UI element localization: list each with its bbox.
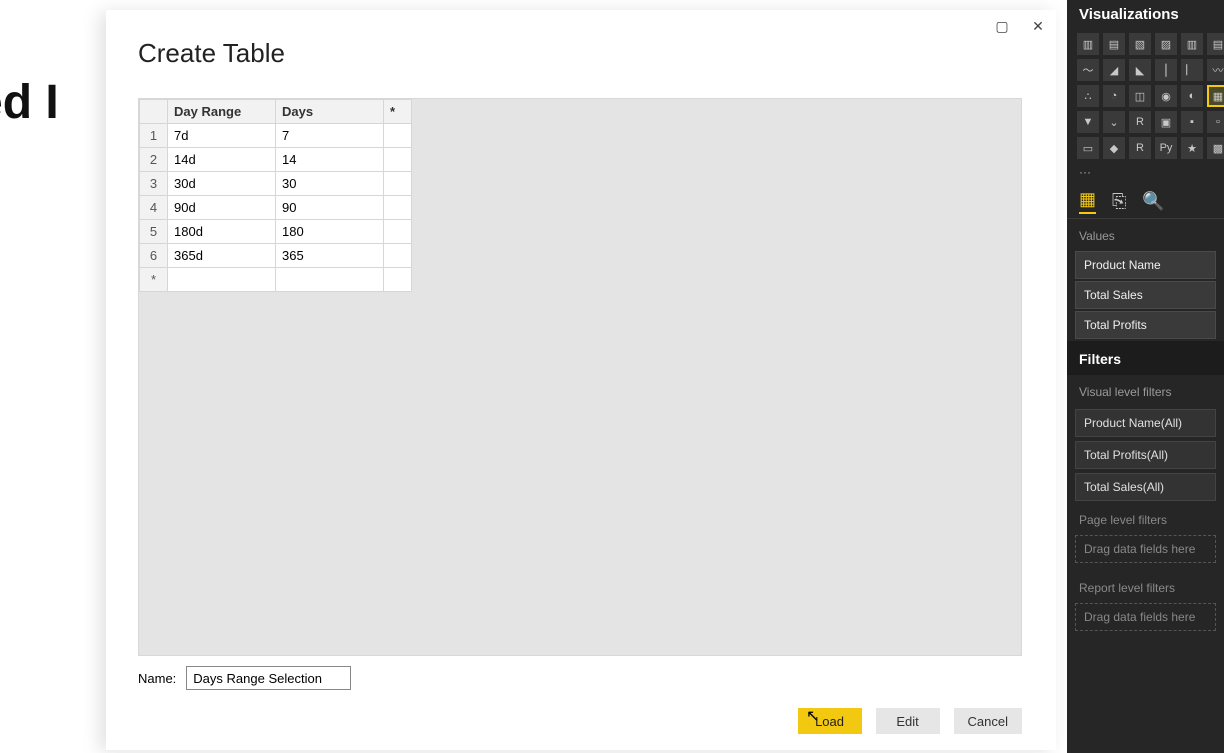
viz-column-stacked-icon[interactable]: ▧ xyxy=(1129,33,1151,55)
table-row[interactable]: 3 30d 30 xyxy=(140,172,412,196)
viz-area-stacked-icon[interactable]: ◣ xyxy=(1129,59,1151,81)
report-filters-label: Report level filters xyxy=(1067,573,1224,599)
viz-r-visual-icon[interactable]: R xyxy=(1129,137,1151,159)
viz-pie-icon[interactable]: ◔ xyxy=(1103,85,1125,107)
viz-ribbon-icon[interactable]: 〰 xyxy=(1207,59,1224,81)
viz-gauge-icon[interactable]: ◐ xyxy=(1181,85,1203,107)
visualizations-panel: Visualizations ▥▤▧▨▥▤〜◢◣⎮⎸〰∴◔◫◉◐▦▼⌄R▣▪▫▭… xyxy=(1067,0,1224,753)
viz-py-visual-icon[interactable]: Py xyxy=(1155,137,1177,159)
viz-bar-clustered-icon[interactable]: ▤ xyxy=(1103,33,1125,55)
viz-r-script-icon[interactable]: R xyxy=(1129,111,1151,133)
viz-donut-icon[interactable]: ◉ xyxy=(1155,85,1177,107)
viz-more-icon[interactable]: ▩ xyxy=(1207,137,1224,159)
viz-more-icon[interactable]: ··· xyxy=(1067,163,1224,181)
data-grid[interactable]: Day Range Days * 1 7d 7 2 14d 14 xyxy=(139,99,412,292)
col-header-dayrange[interactable]: Day Range xyxy=(168,100,276,124)
visual-filter[interactable]: Total Profits(All) xyxy=(1075,441,1216,469)
value-field[interactable]: Product Name xyxy=(1075,251,1216,279)
viz-bar-100-icon[interactable]: ▥ xyxy=(1181,33,1203,55)
table-name-input[interactable] xyxy=(186,666,351,690)
viz-arcgis-icon[interactable]: ◆ xyxy=(1103,137,1125,159)
table-row[interactable]: 1 7d 7 xyxy=(140,124,412,148)
maximize-button[interactable]: ▢ xyxy=(984,10,1020,42)
fields-tab-icon[interactable]: ▦ xyxy=(1079,189,1096,214)
value-field[interactable]: Total Sales xyxy=(1075,281,1216,309)
visual-filters-label: Visual level filters xyxy=(1067,375,1224,405)
viz-card-icon[interactable]: ▫ xyxy=(1207,111,1224,133)
edit-button[interactable]: Edit xyxy=(876,708,940,734)
viz-matrix-icon[interactable]: ▪ xyxy=(1181,111,1203,133)
visual-filter[interactable]: Product Name(All) xyxy=(1075,409,1216,437)
viz-line-bar-icon[interactable]: ⎮ xyxy=(1155,59,1177,81)
table-grid-area: Day Range Days * 1 7d 7 2 14d 14 xyxy=(138,98,1022,656)
table-row[interactable]: 4 90d 90 xyxy=(140,196,412,220)
viz-line-column-icon[interactable]: ⎸ xyxy=(1181,59,1203,81)
close-button[interactable]: ✕ xyxy=(1020,10,1056,42)
viz-icon-grid: ▥▤▧▨▥▤〜◢◣⎮⎸〰∴◔◫◉◐▦▼⌄R▣▪▫▭◆RPy★▩ xyxy=(1067,31,1224,163)
page-filters-dropzone[interactable]: Drag data fields here xyxy=(1075,535,1216,563)
row-header-corner xyxy=(140,100,168,124)
viz-scatter-icon[interactable]: ∴ xyxy=(1077,85,1099,107)
viz-area-icon[interactable]: ◢ xyxy=(1103,59,1125,81)
viz-treemap-icon[interactable]: ◫ xyxy=(1129,85,1151,107)
visualizations-title: Visualizations xyxy=(1067,0,1224,31)
viz-column-100-icon[interactable]: ▤ xyxy=(1207,33,1224,55)
col-header-days[interactable]: Days xyxy=(276,100,384,124)
cancel-button[interactable]: Cancel xyxy=(954,708,1022,734)
viz-key-influencers-icon[interactable]: ★ xyxy=(1181,137,1203,159)
col-header-add[interactable]: * xyxy=(384,100,412,124)
load-button[interactable]: Load xyxy=(798,708,862,734)
viz-funnel-icon[interactable]: ▼ xyxy=(1077,111,1099,133)
table-row[interactable]: 2 14d 14 xyxy=(140,148,412,172)
viz-kpi-icon[interactable]: ▣ xyxy=(1155,111,1177,133)
create-table-dialog: ▢ ✕ Create Table Day Range Days * 1 7d 7 xyxy=(106,10,1056,750)
table-row[interactable]: 6 365d 365 xyxy=(140,244,412,268)
report-filters-dropzone[interactable]: Drag data fields here xyxy=(1075,603,1216,631)
analytics-tab-icon[interactable]: 🔍 xyxy=(1142,191,1164,212)
viz-column-clustered-icon[interactable]: ▨ xyxy=(1155,33,1177,55)
filters-section-title: Filters xyxy=(1067,341,1224,375)
table-row-new[interactable]: * xyxy=(140,268,412,292)
page-filters-label: Page level filters xyxy=(1067,505,1224,531)
format-tab-icon[interactable]: ⎘ xyxy=(1112,191,1126,212)
visual-filter[interactable]: Total Sales(All) xyxy=(1075,473,1216,501)
values-section-label: Values xyxy=(1067,219,1224,249)
name-label: Name: xyxy=(138,671,176,686)
background-heading: aded I xyxy=(0,75,59,130)
viz-table-icon[interactable]: ▦ xyxy=(1207,85,1224,107)
viz-line-icon[interactable]: 〜 xyxy=(1077,59,1099,81)
viz-waterfall-icon[interactable]: ⌄ xyxy=(1103,111,1125,133)
value-field[interactable]: Total Profits xyxy=(1075,311,1216,339)
viz-bar-stacked-icon[interactable]: ▥ xyxy=(1077,33,1099,55)
table-row[interactable]: 5 180d 180 xyxy=(140,220,412,244)
dialog-title: Create Table xyxy=(138,38,285,69)
viz-slicer-icon[interactable]: ▭ xyxy=(1077,137,1099,159)
